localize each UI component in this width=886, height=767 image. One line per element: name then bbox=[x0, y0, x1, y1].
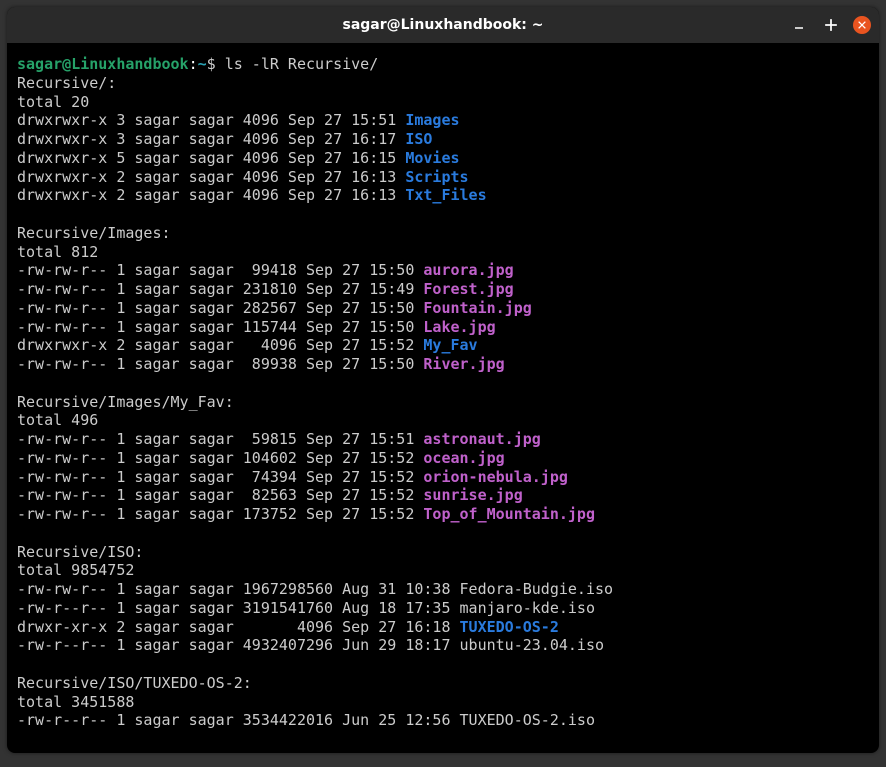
file-row: -rw-r--r-- 1 sagar sagar 3534422016 Jun … bbox=[17, 711, 869, 730]
file-name: TUXEDO-OS-2 bbox=[460, 618, 559, 636]
terminal-output[interactable]: sagar@Linuxhandbook:~$ ls -lR Recursive/… bbox=[7, 43, 879, 742]
file-row: drwxrwxr-x 2 sagar sagar 4096 Sep 27 15:… bbox=[17, 336, 869, 355]
prompt-line: sagar@Linuxhandbook:~$ ls -lR Recursive/ bbox=[17, 55, 869, 74]
file-row: drwxr-xr-x 2 sagar sagar 4096 Sep 27 16:… bbox=[17, 618, 869, 637]
file-name: Fedora-Budgie.iso bbox=[460, 580, 614, 598]
file-row: drwxrwxr-x 2 sagar sagar 4096 Sep 27 16:… bbox=[17, 168, 869, 187]
prompt-colon: : bbox=[189, 55, 198, 73]
file-row: -rw-rw-r-- 1 sagar sagar 115744 Sep 27 1… bbox=[17, 318, 869, 337]
maximize-button[interactable] bbox=[821, 15, 841, 35]
command-text: ls -lR Recursive/ bbox=[225, 55, 379, 73]
section-total: total 812 bbox=[17, 243, 869, 262]
file-name: aurora.jpg bbox=[423, 261, 513, 279]
blank-line bbox=[17, 374, 869, 393]
file-name: Images bbox=[405, 111, 459, 129]
section-header: Recursive/Images/My_Fav: bbox=[17, 393, 869, 412]
file-name: sunrise.jpg bbox=[423, 486, 522, 504]
file-name: River.jpg bbox=[423, 355, 504, 373]
file-row: drwxrwxr-x 5 sagar sagar 4096 Sep 27 16:… bbox=[17, 149, 869, 168]
blank-line bbox=[17, 524, 869, 543]
titlebar: sagar@Linuxhandbook: ~ bbox=[7, 7, 879, 43]
file-name: astronaut.jpg bbox=[423, 430, 540, 448]
file-row: -rw-r--r-- 1 sagar sagar 4932407296 Jun … bbox=[17, 636, 869, 655]
file-name: ISO bbox=[405, 130, 432, 148]
file-name: My_Fav bbox=[423, 336, 477, 354]
file-row: -rw-rw-r-- 1 sagar sagar 104602 Sep 27 1… bbox=[17, 449, 869, 468]
terminal-window: sagar@Linuxhandbook: ~ sagar@Linuxhandbo… bbox=[7, 7, 879, 753]
file-row: -rw-rw-r-- 1 sagar sagar 173752 Sep 27 1… bbox=[17, 505, 869, 524]
file-row: -rw-rw-r-- 1 sagar sagar 282567 Sep 27 1… bbox=[17, 299, 869, 318]
file-name: manjaro-kde.iso bbox=[460, 599, 595, 617]
file-row: -rw-rw-r-- 1 sagar sagar 231810 Sep 27 1… bbox=[17, 280, 869, 299]
minimize-button[interactable] bbox=[789, 15, 809, 35]
section-total: total 9854752 bbox=[17, 561, 869, 580]
file-name: Movies bbox=[405, 149, 459, 167]
file-row: -rw-rw-r-- 1 sagar sagar 59815 Sep 27 15… bbox=[17, 430, 869, 449]
file-row: -rw-rw-r-- 1 sagar sagar 82563 Sep 27 15… bbox=[17, 486, 869, 505]
prompt-symbol: $ bbox=[207, 55, 225, 73]
section-total: total 20 bbox=[17, 93, 869, 112]
prompt-host: Linuxhandbook bbox=[71, 55, 188, 73]
file-row: drwxrwxr-x 3 sagar sagar 4096 Sep 27 15:… bbox=[17, 111, 869, 130]
file-name: Forest.jpg bbox=[423, 280, 513, 298]
section-total: total 3451588 bbox=[17, 693, 869, 712]
file-row: -rw-rw-r-- 1 sagar sagar 99418 Sep 27 15… bbox=[17, 261, 869, 280]
file-row: -rw-rw-r-- 1 sagar sagar 1967298560 Aug … bbox=[17, 580, 869, 599]
close-button[interactable] bbox=[853, 16, 871, 34]
file-name: Txt_Files bbox=[405, 186, 486, 204]
blank-line bbox=[17, 205, 869, 224]
file-name: orion-nebula.jpg bbox=[423, 468, 568, 486]
file-row: -rw-rw-r-- 1 sagar sagar 74394 Sep 27 15… bbox=[17, 468, 869, 487]
prompt-user: sagar bbox=[17, 55, 62, 73]
file-name: Fountain.jpg bbox=[423, 299, 531, 317]
section-header: Recursive/: bbox=[17, 74, 869, 93]
section-total: total 496 bbox=[17, 411, 869, 430]
window-title: sagar@Linuxhandbook: ~ bbox=[342, 17, 543, 33]
section-header: Recursive/ISO/TUXEDO-OS-2: bbox=[17, 674, 869, 693]
file-row: -rw-rw-r-- 1 sagar sagar 89938 Sep 27 15… bbox=[17, 355, 869, 374]
blank-line bbox=[17, 655, 869, 674]
prompt-path: ~ bbox=[198, 55, 207, 73]
file-name: Scripts bbox=[405, 168, 468, 186]
file-name: TUXEDO-OS-2.iso bbox=[460, 711, 595, 729]
section-header: Recursive/ISO: bbox=[17, 543, 869, 562]
file-name: Lake.jpg bbox=[423, 318, 495, 336]
file-listing: Recursive/:total 20drwxrwxr-x 3 sagar sa… bbox=[17, 74, 869, 730]
file-name: ocean.jpg bbox=[423, 449, 504, 467]
section-header: Recursive/Images: bbox=[17, 224, 869, 243]
file-row: drwxrwxr-x 3 sagar sagar 4096 Sep 27 16:… bbox=[17, 130, 869, 149]
prompt-at: @ bbox=[62, 55, 71, 73]
window-controls bbox=[789, 15, 871, 35]
file-row: -rw-r--r-- 1 sagar sagar 3191541760 Aug … bbox=[17, 599, 869, 618]
file-row: drwxrwxr-x 2 sagar sagar 4096 Sep 27 16:… bbox=[17, 186, 869, 205]
file-name: Top_of_Mountain.jpg bbox=[423, 505, 595, 523]
file-name: ubuntu-23.04.iso bbox=[460, 636, 605, 654]
